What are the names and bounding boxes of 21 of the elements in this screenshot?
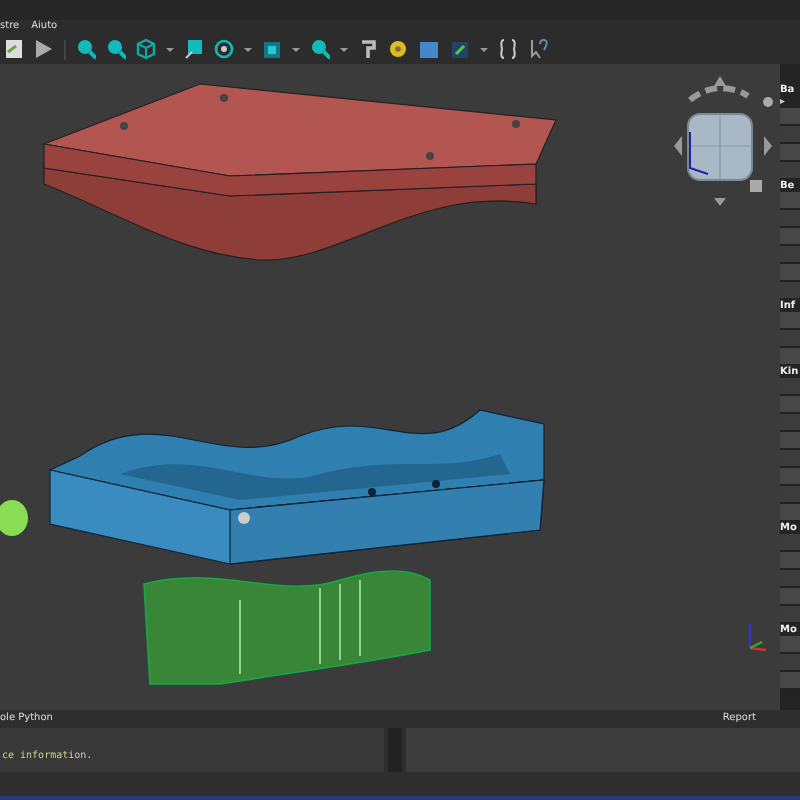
play-icon[interactable] bbox=[34, 38, 54, 60]
document-icon[interactable] bbox=[4, 38, 24, 60]
folder-icon[interactable] bbox=[418, 38, 440, 60]
caret-icon[interactable] bbox=[340, 47, 348, 51]
navigation-cube-icon[interactable] bbox=[674, 76, 773, 206]
braces-icon[interactable] bbox=[498, 38, 518, 60]
help-pointer-icon[interactable] bbox=[528, 38, 548, 60]
orbit-icon[interactable] bbox=[214, 38, 234, 60]
zoom-icon[interactable] bbox=[310, 38, 330, 60]
box-icon[interactable] bbox=[262, 38, 282, 60]
caret-icon[interactable] bbox=[292, 47, 300, 51]
link-icon[interactable] bbox=[450, 38, 470, 60]
select-box-icon[interactable] bbox=[184, 38, 204, 60]
blob-model bbox=[0, 500, 28, 536]
axis-icon bbox=[748, 624, 767, 652]
caret-icon[interactable] bbox=[480, 47, 488, 51]
cube-icon[interactable] bbox=[136, 38, 156, 60]
zoom-icon[interactable] bbox=[76, 38, 96, 60]
caret-icon[interactable] bbox=[166, 47, 174, 51]
caret-icon[interactable] bbox=[244, 47, 252, 51]
zoom-icon[interactable] bbox=[106, 38, 126, 60]
